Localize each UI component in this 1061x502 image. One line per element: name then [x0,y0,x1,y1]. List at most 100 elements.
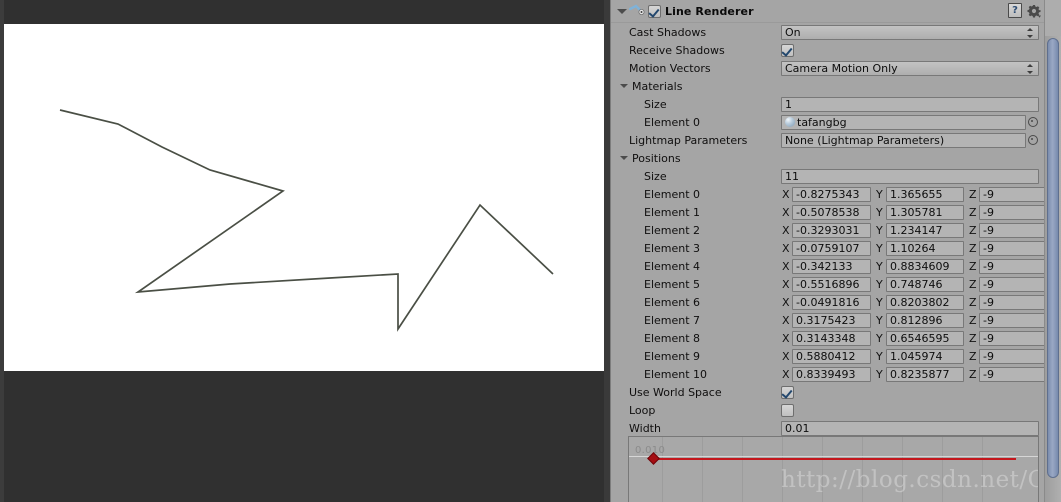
position-element-2-x-input[interactable]: -0.3293031 [792,222,871,238]
receive-shadows-label: Receive Shadows [629,43,725,57]
line-renderer-preview [59,109,554,332]
material-object-field[interactable]: tafangbg [781,114,1026,130]
row-use-world-space: Use World Space [611,383,1045,401]
axis-x-label: X [782,241,790,255]
axis-z-label: Z [969,313,977,327]
position-element-7-x-input[interactable]: 0.3175423 [792,312,871,328]
position-element-8-y-input[interactable]: 0.6546595 [886,330,964,346]
position-element-1-x-input[interactable]: -0.5078538 [792,204,871,220]
inspector-panel: Line Renderer Cast Shadows [610,0,1061,502]
vector3-field: X 0.8339493 Y 0.8235877 Z -9 [781,366,1057,382]
help-icon[interactable] [1008,3,1022,18]
foldout-triangle-icon[interactable] [620,154,629,163]
vector3-field: X -0.5516896 Y 0.748746 Z -9 [781,276,1057,292]
axis-x-label: X [782,313,790,327]
position-element-3-y-input[interactable]: 1.10264 [886,240,964,256]
positions-size-field: 11 [781,168,1039,184]
position-element-3-x-input[interactable]: -0.0759107 [792,240,871,256]
position-element-8-fields: X 0.3143348 Y 0.6546595 Z -9 [781,330,1057,346]
position-element-4-y-input[interactable]: 0.8834609 [886,258,964,274]
object-picker-icon[interactable] [1026,116,1039,129]
row-position-element-7: Element 7 X 0.3175423 Y 0.812896 Z -9 [611,311,1057,329]
axis-y-label: Y [876,367,883,381]
axis-y-label: Y [876,205,883,219]
position-element-1-label: Element 1 [644,205,701,219]
position-element-7-y-input[interactable]: 0.812896 [886,312,964,328]
component-header-line-renderer[interactable]: Line Renderer [611,0,1045,23]
axis-x-label: X [782,187,790,201]
position-element-9-x-input[interactable]: 0.5880412 [792,348,871,364]
motion-vectors-label: Motion Vectors [629,61,711,75]
position-element-10-x-input[interactable]: 0.8339493 [792,366,871,382]
axis-z-label: Z [969,331,977,345]
scrollbar-top-cap [1044,0,1061,36]
lightmap-parameters-label: Lightmap Parameters [629,133,748,147]
position-element-6-y-input[interactable]: 0.8203802 [886,294,964,310]
position-element-6-x-input[interactable]: -0.0491816 [792,294,871,310]
position-element-2-y-input[interactable]: 1.234147 [886,222,964,238]
lightmap-object-field[interactable]: None (Lightmap Parameters) [781,132,1026,148]
materials-label: Materials [632,79,683,93]
position-element-10-label: Element 10 [644,367,708,381]
receive-shadows-checkbox[interactable] [781,43,794,57]
use-world-space-checkbox[interactable] [781,385,794,399]
cast-shadows-field: On [781,24,1039,40]
width-curve-editor[interactable]: 0.010 http://blog.csdn.net/Czhenya [628,436,1039,502]
game-view-canvas[interactable] [0,24,610,371]
position-element-5-x-input[interactable]: -0.5516896 [792,276,871,292]
receive-shadows-field [781,42,1039,58]
cast-shadows-dropdown[interactable]: On [781,24,1039,40]
row-materials-group[interactable]: Materials [611,77,1045,95]
chevron-updown-icon [1027,63,1034,75]
axis-y-label: Y [876,187,883,201]
axis-x-label: X [782,223,790,237]
cast-shadows-label: Cast Shadows [629,25,707,39]
loop-checkbox[interactable] [781,403,794,417]
positions-size-input[interactable]: 11 [781,168,1039,184]
game-view-panel[interactable] [0,0,610,502]
axis-z-label: Z [969,241,977,255]
inspector-scrollbar-track[interactable] [1044,0,1061,502]
position-element-3-label: Element 3 [644,241,701,255]
row-positions-group[interactable]: Positions [611,149,1045,167]
position-element-1-y-input[interactable]: 1.305781 [886,204,964,220]
row-position-element-0: Element 0 X -0.8275343 Y 1.365655 Z -9 [611,185,1057,203]
inspector-scrollbar-thumb[interactable] [1047,38,1059,478]
position-element-0-x-input[interactable]: -0.8275343 [792,186,871,202]
vector3-field: X -0.0759107 Y 1.10264 Z -9 [781,240,1057,256]
inspector-content: Line Renderer Cast Shadows [610,0,1057,502]
materials-group-header[interactable]: Materials [611,80,682,93]
position-element-5-y-input[interactable]: 0.748746 [886,276,964,292]
position-element-4-x-input[interactable]: -0.342133 [792,258,871,274]
component-enabled-checkbox[interactable] [648,4,661,18]
vector3-field: X 0.5880412 Y 1.045974 Z -9 [781,348,1057,364]
use-world-space-field [781,384,1039,400]
axis-x-label: X [782,295,790,309]
position-element-6-label: Element 6 [644,295,701,309]
position-element-0-y-input[interactable]: 1.365655 [886,186,964,202]
curve-gridline [742,437,743,502]
foldout-triangle-icon[interactable] [616,6,627,17]
rendered-polyline [59,109,554,332]
position-element-2-fields: X -0.3293031 Y 1.234147 Z -9 [781,222,1057,238]
motion-vectors-dropdown[interactable]: Camera Motion Only [781,60,1039,76]
row-positions-size: Size 11 [611,167,1045,185]
loop-field [781,402,1039,418]
foldout-triangle-icon[interactable] [620,82,629,91]
row-position-element-9: Element 9 X 0.5880412 Y 1.045974 Z -9 [611,347,1057,365]
width-input[interactable]: 0.01 [781,420,1039,436]
position-element-9-y-input[interactable]: 1.045974 [886,348,964,364]
positions-element-list: Element 0 X -0.8275343 Y 1.365655 Z -9 Element … [611,185,1057,383]
axis-x-label: X [782,205,790,219]
position-element-7-fields: X 0.3175423 Y 0.812896 Z -9 [781,312,1057,328]
position-element-8-x-input[interactable]: 0.3143348 [792,330,871,346]
vector3-field: X 0.3143348 Y 0.6546595 Z -9 [781,330,1057,346]
vector3-field: X -0.8275343 Y 1.365655 Z -9 [781,186,1057,202]
positions-group-header[interactable]: Positions [611,152,681,165]
materials-size-input[interactable]: 1 [781,96,1039,112]
position-element-0-label: Element 0 [644,187,701,201]
width-label: Width [629,421,661,435]
object-picker-icon[interactable] [1026,134,1039,147]
position-element-10-y-input[interactable]: 0.8235877 [886,366,964,382]
gear-icon[interactable] [1027,4,1041,18]
